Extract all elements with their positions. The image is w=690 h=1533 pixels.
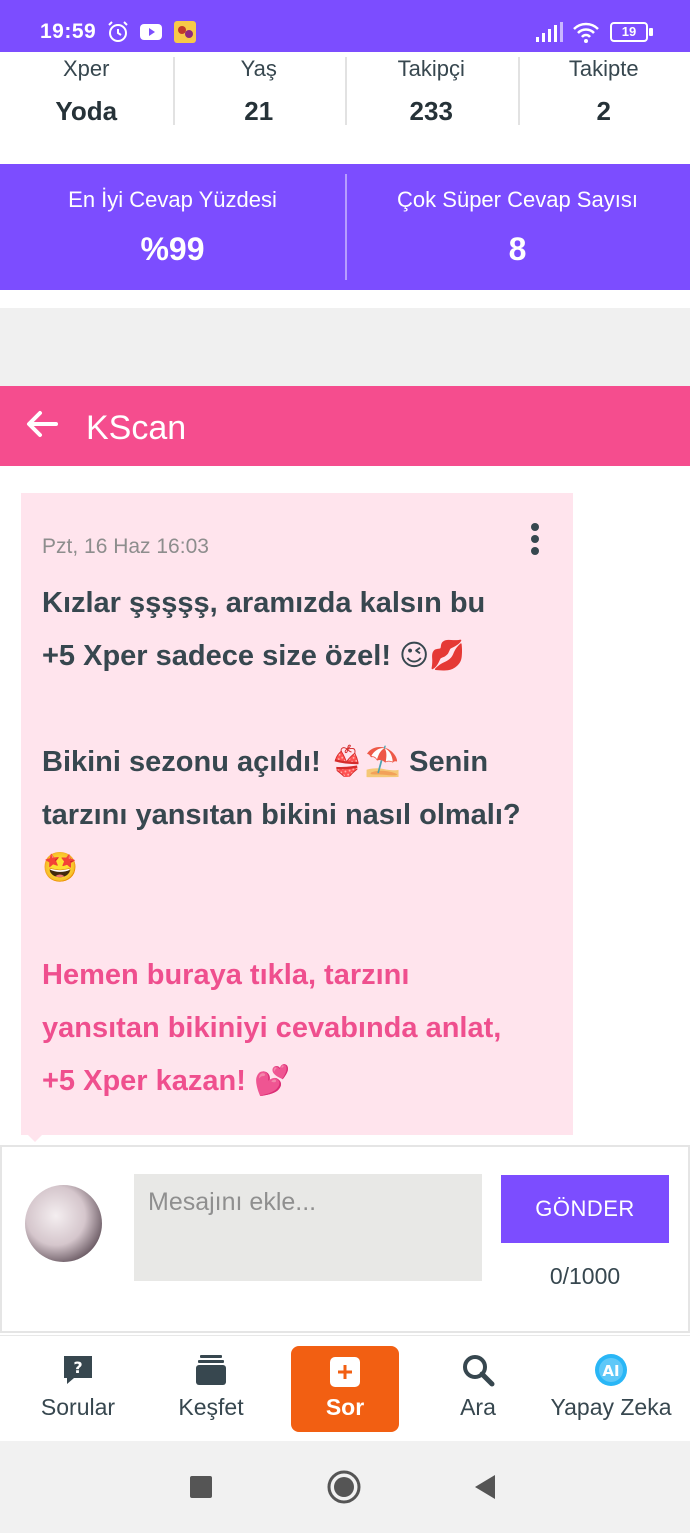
best-answer-percentage: En İyi Cevap Yüzdesi %99 — [0, 164, 345, 290]
status-time: 19:59 — [40, 20, 97, 43]
stat-label: En İyi Cevap Yüzdesi — [68, 187, 277, 212]
app-notification-icon — [174, 21, 196, 43]
android-nav-bar — [0, 1441, 690, 1533]
avatar — [25, 1185, 102, 1262]
super-answer-count: Çok Süper Cevap Sayısı 8 — [345, 164, 690, 290]
svg-text:AI: AI — [602, 1362, 619, 1380]
stat-value: 2 — [596, 96, 611, 126]
nav-sor[interactable]: Sor — [291, 1346, 399, 1432]
stat-value: Yoda — [55, 96, 118, 126]
chat-title: KScan — [86, 409, 187, 447]
question-bubble-icon: ? — [64, 1356, 92, 1384]
divider-band — [0, 308, 690, 386]
stat-label: Takipte — [568, 56, 639, 81]
status-bar: 19:59 19 — [0, 0, 690, 52]
stat-label: Çok Süper Cevap Sayısı — [397, 187, 638, 212]
nav-label: Sorular — [40, 1394, 116, 1420]
nav-sorular[interactable]: ? Sorular — [11, 1346, 145, 1432]
alarm-icon — [108, 21, 128, 42]
profile-stats: Xper Yoda Yaş 21 Takipçi 233 Takipte 2 — [0, 52, 690, 164]
wifi-icon — [573, 22, 599, 43]
nav-label: Ara — [460, 1394, 496, 1420]
stat-value: 233 — [409, 96, 453, 126]
svg-text:?: ? — [73, 1358, 82, 1377]
stat-age: Yaş 21 — [172, 52, 346, 164]
chat-header: KScan — [0, 386, 690, 466]
message-composer: GÖNDER 0/1000 — [0, 1145, 690, 1333]
message-input[interactable] — [134, 1174, 482, 1281]
ai-icon: AI — [595, 1354, 627, 1386]
nav-yapay-zeka[interactable]: AI Yapay Zeka — [544, 1346, 678, 1432]
more-options-icon[interactable] — [529, 523, 541, 559]
search-icon — [463, 1355, 495, 1387]
youtube-icon — [140, 24, 162, 40]
stat-label: Takipçi — [397, 56, 465, 81]
stat-label: Xper — [63, 56, 110, 81]
nav-kesfet[interactable]: Keşfet — [144, 1346, 278, 1432]
signal-icon — [536, 22, 563, 42]
stat-value: 8 — [508, 231, 527, 267]
nav-label: Yapay Zeka — [550, 1394, 672, 1420]
bottom-nav: ? Sorular Keşfet Sor Ara AI Yapay Zeka — [0, 1335, 690, 1441]
cards-icon — [196, 1355, 226, 1385]
message-timestamp: Pzt, 16 Haz 16:03 — [42, 535, 209, 558]
character-counter: 0/1000 — [549, 1263, 621, 1289]
bubble-tail — [21, 1128, 49, 1142]
stat-xper: Xper Yoda — [0, 52, 173, 164]
stat-followers[interactable]: Takipçi 233 — [345, 52, 518, 164]
send-button[interactable]: GÖNDER — [501, 1175, 669, 1243]
message-text: Kızlar şşşşş, aramızda kalsın bu +5 Xper… — [42, 587, 521, 884]
plus-box-icon — [330, 1357, 360, 1387]
battery-tip — [649, 28, 653, 36]
battery-level: 19 — [621, 24, 637, 39]
answer-stats: En İyi Cevap Yüzdesi %99 Çok Süper Cevap… — [0, 164, 690, 290]
message-link[interactable]: Hemen buraya tıkla, tarzını yansıtan bik… — [42, 949, 562, 1108]
recents-square-icon[interactable] — [183, 1469, 219, 1505]
stat-label: Yaş — [240, 56, 277, 81]
stat-value: 21 — [244, 96, 274, 126]
nav-label: Keşfet — [178, 1394, 244, 1420]
back-triangle-icon[interactable] — [467, 1469, 503, 1505]
nav-ara[interactable]: Ara — [411, 1346, 545, 1432]
back-arrow-icon[interactable] — [24, 406, 60, 442]
nav-label: Sor — [325, 1394, 365, 1420]
message-bubble: Pzt, 16 Haz 16:03 Kızlar şşşşş, aramızda… — [21, 493, 573, 1135]
stat-following[interactable]: Takipte 2 — [517, 52, 690, 164]
battery-icon: 19 — [610, 22, 648, 42]
stat-value: %99 — [140, 231, 205, 267]
home-circle-icon[interactable] — [326, 1469, 362, 1505]
